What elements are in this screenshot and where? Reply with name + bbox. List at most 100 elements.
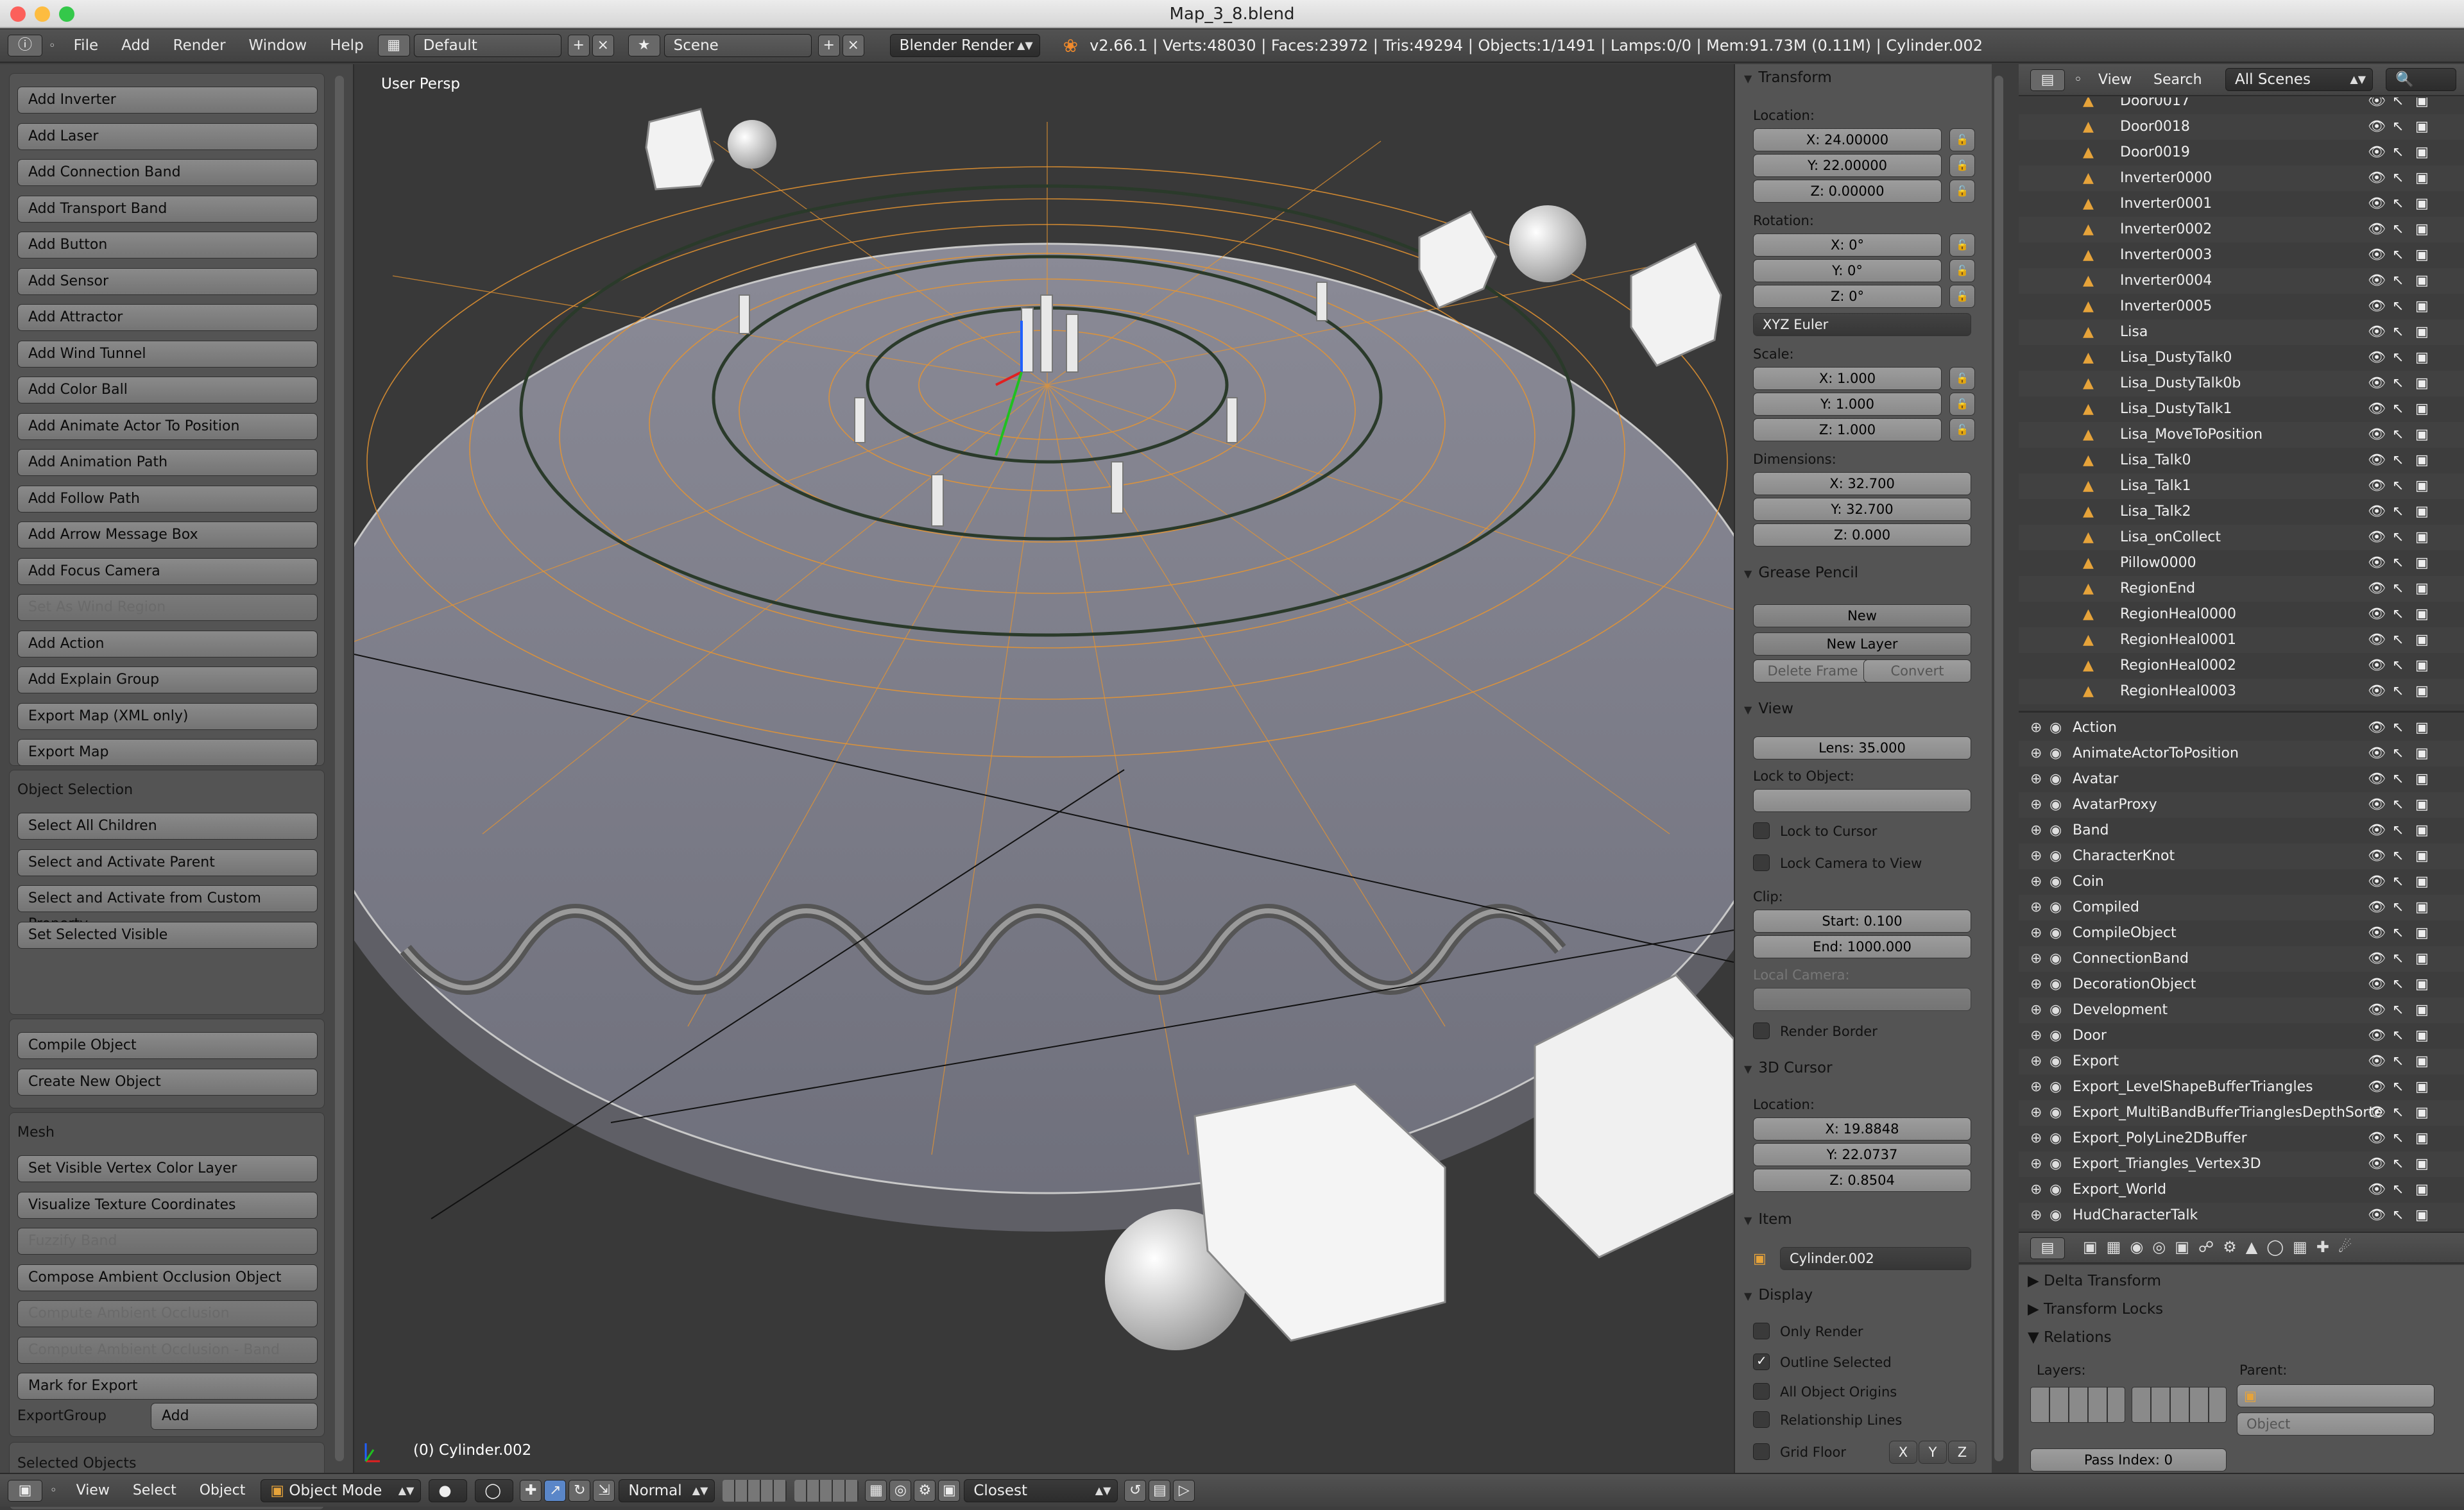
grid-axis-z-toggle[interactable]: Z [1948,1441,1976,1464]
group-row[interactable]: ⊕ ◉ Development 👁 ↖ ▣ [2019,997,2464,1023]
render-camera-icon[interactable]: ▣ [2415,550,2429,576]
translate-manipulator-icon[interactable]: ↗ [544,1479,567,1502]
render-camera-icon[interactable]: ▣ [2415,473,2429,499]
expand-plus-icon[interactable]: ⊕ [2030,741,2042,767]
tool-shelf-scrollbar[interactable] [335,76,344,1461]
selectable-cursor-icon[interactable]: ↖ [2392,550,2404,576]
group-row[interactable]: ⊕ ◉ Export_World 👁 ↖ ▣ [2019,1177,2464,1203]
visibility-eye-icon[interactable]: 👁 [2368,679,2386,704]
visibility-eye-icon[interactable]: 👁 [2368,920,2386,946]
expand-plus-icon[interactable]: ⊕ [2030,895,2042,920]
selectable-cursor-icon[interactable]: ↖ [2392,98,2404,114]
tool-button[interactable]: Select and Activate Parent [17,849,318,876]
visibility-eye-icon[interactable]: 👁 [2368,627,2386,653]
editor-type-icon[interactable]: ▤ [2030,1237,2065,1259]
tool-button[interactable]: Add Color Ball [17,377,318,403]
render-camera-icon[interactable]: ▣ [2415,294,2429,319]
tool-button[interactable]: Export Map [17,739,318,766]
expand-plus-icon[interactable]: ⊕ [2030,1049,2042,1074]
outliner-row[interactable]: ▲ Lisa_DustyTalk0b 👁 ↖ ▣ [2019,371,2464,396]
tool-button[interactable]: Add Attractor [17,304,318,331]
tool-button[interactable]: Compute Ambient Occlusion - Band [17,1336,318,1364]
outliner-row[interactable]: ▲ Lisa_DustyTalk0 👁 ↖ ▣ [2019,345,2464,371]
visibility-eye-icon[interactable]: 👁 [2368,1074,2386,1100]
tool-button[interactable]: Add Inverter [17,87,318,114]
visibility-eye-icon[interactable]: 👁 [2368,371,2386,396]
render-camera-icon[interactable]: ▣ [2415,1100,2429,1126]
lock-icon[interactable]: 🔓 [1949,393,1975,416]
group-row[interactable]: ⊕ ◉ Export 👁 ↖ ▣ [2019,1049,2464,1074]
tool-button[interactable]: Add Sensor [17,267,318,295]
outliner-row[interactable]: ▲ RegionEnd 👁 ↖ ▣ [2019,576,2464,602]
render-camera-icon[interactable]: ▣ [2415,1023,2429,1049]
cursor-y-field[interactable]: Y: 22.0737 [1753,1143,1971,1166]
tool-button[interactable]: Set Visible Vertex Color Layer [17,1155,318,1182]
selectable-cursor-icon[interactable]: ↖ [2392,422,2404,448]
render-camera-icon[interactable]: ▣ [2415,396,2429,422]
selectable-cursor-icon[interactable]: ↖ [2392,1023,2404,1049]
lock-icon[interactable]: 🔓 [1949,154,1975,177]
expand-plus-icon[interactable]: ⊕ [2030,1100,2042,1126]
add-screen-button[interactable]: + [567,35,590,56]
render-camera-icon[interactable]: ▣ [2415,268,2429,294]
group-row[interactable]: ⊕ ◉ Band 👁 ↖ ▣ [2019,818,2464,844]
visibility-eye-icon[interactable]: 👁 [2368,98,2386,114]
group-row[interactable]: ⊕ ◉ Compiled 👁 ↖ ▣ [2019,895,2464,920]
properties-context-tabs[interactable]: ▣▦◉◎▣☍⚙▲◯▦✚☄ [2083,1238,2361,1256]
selectable-cursor-icon[interactable]: ↖ [2392,576,2404,602]
visibility-eye-icon[interactable]: 👁 [2368,1023,2386,1049]
lock-icon[interactable]: 🔓 [1949,285,1975,308]
panel-item-header[interactable]: Item [1744,1211,1792,1228]
outliner-menu-view[interactable]: View [2098,72,2132,88]
selectable-cursor-icon[interactable]: ↖ [2392,972,2404,997]
remove-scene-button[interactable]: × [842,35,864,56]
outliner-row[interactable]: ▲ RegionHeal0001 👁 ↖ ▣ [2019,627,2464,653]
render-camera-icon[interactable]: ▣ [2415,1151,2429,1177]
render-camera-icon[interactable]: ▣ [2415,653,2429,679]
menu-help[interactable]: Help [318,37,375,54]
lock-icon[interactable]: 🔓 [1949,128,1975,151]
selectable-cursor-icon[interactable]: ↖ [2392,869,2404,895]
dimensions-y-field[interactable]: Y: 32.700 [1753,498,1971,521]
visibility-eye-icon[interactable]: 👁 [2368,741,2386,767]
tool-button[interactable]: Add Animate Actor To Position [17,412,318,440]
expand-plus-icon[interactable]: ⊕ [2030,715,2042,741]
rotate-manipulator-icon[interactable]: ↻ [569,1479,591,1502]
selectable-cursor-icon[interactable]: ↖ [2392,345,2404,371]
tool-button[interactable]: Compose Ambient Occlusion Object [17,1264,318,1291]
selectable-cursor-icon[interactable]: ↖ [2392,268,2404,294]
outliner-row[interactable]: ▲ Lisa_MoveToPosition 👁 ↖ ▣ [2019,422,2464,448]
expand-plus-icon[interactable]: ⊕ [2030,1126,2042,1151]
visibility-eye-icon[interactable]: 👁 [2368,844,2386,869]
selectable-cursor-icon[interactable]: ↖ [2392,920,2404,946]
selectable-cursor-icon[interactable]: ↖ [2392,792,2404,818]
render-camera-icon[interactable]: ▣ [2415,972,2429,997]
expand-plus-icon[interactable]: ⊕ [2030,920,2042,946]
layers-grid-left[interactable] [723,1479,787,1502]
visibility-eye-icon[interactable]: 👁 [2368,242,2386,268]
render-camera-icon[interactable]: ▣ [2415,422,2429,448]
render-camera-icon[interactable]: ▣ [2415,818,2429,844]
lock-icon[interactable]: 🔓 [1949,367,1975,390]
location-x-field[interactable]: X: 24.00000 [1753,128,1942,151]
tool-button[interactable]: Add Laser [17,123,318,150]
expand-plus-icon[interactable]: ⊕ [2030,972,2042,997]
outliner-row[interactable]: ▲ RegionHeal0003 👁 ↖ ▣ [2019,679,2464,704]
render-animation-icon[interactable]: ▷ [1173,1479,1195,1502]
expand-plus-icon[interactable]: ⊕ [2030,1074,2042,1100]
selectable-cursor-icon[interactable]: ↖ [2392,140,2404,165]
layers-grid-right[interactable] [794,1479,859,1502]
visibility-eye-icon[interactable]: 👁 [2368,448,2386,473]
panel-grease-pencil-header[interactable]: Grease Pencil [1744,564,1858,581]
selectable-cursor-icon[interactable]: ↖ [2392,319,2404,345]
tool-button[interactable]: Add Transport Band [17,195,318,223]
selectable-cursor-icon[interactable]: ↖ [2392,895,2404,920]
location-z-field[interactable]: Z: 0.00000 [1753,180,1942,203]
manipulator-toggle[interactable]: ✚ [520,1479,542,1502]
cursor-z-field[interactable]: Z: 0.8504 [1753,1169,1971,1192]
panel-delta-transform[interactable]: ▶ Delta Transform [2028,1273,2161,1289]
scale-x-field[interactable]: X: 1.000 [1753,367,1942,390]
menu-view[interactable]: View [65,1482,121,1498]
lock-icon[interactable]: 🔓 [1949,418,1975,441]
remove-screen-button[interactable]: × [592,35,614,56]
